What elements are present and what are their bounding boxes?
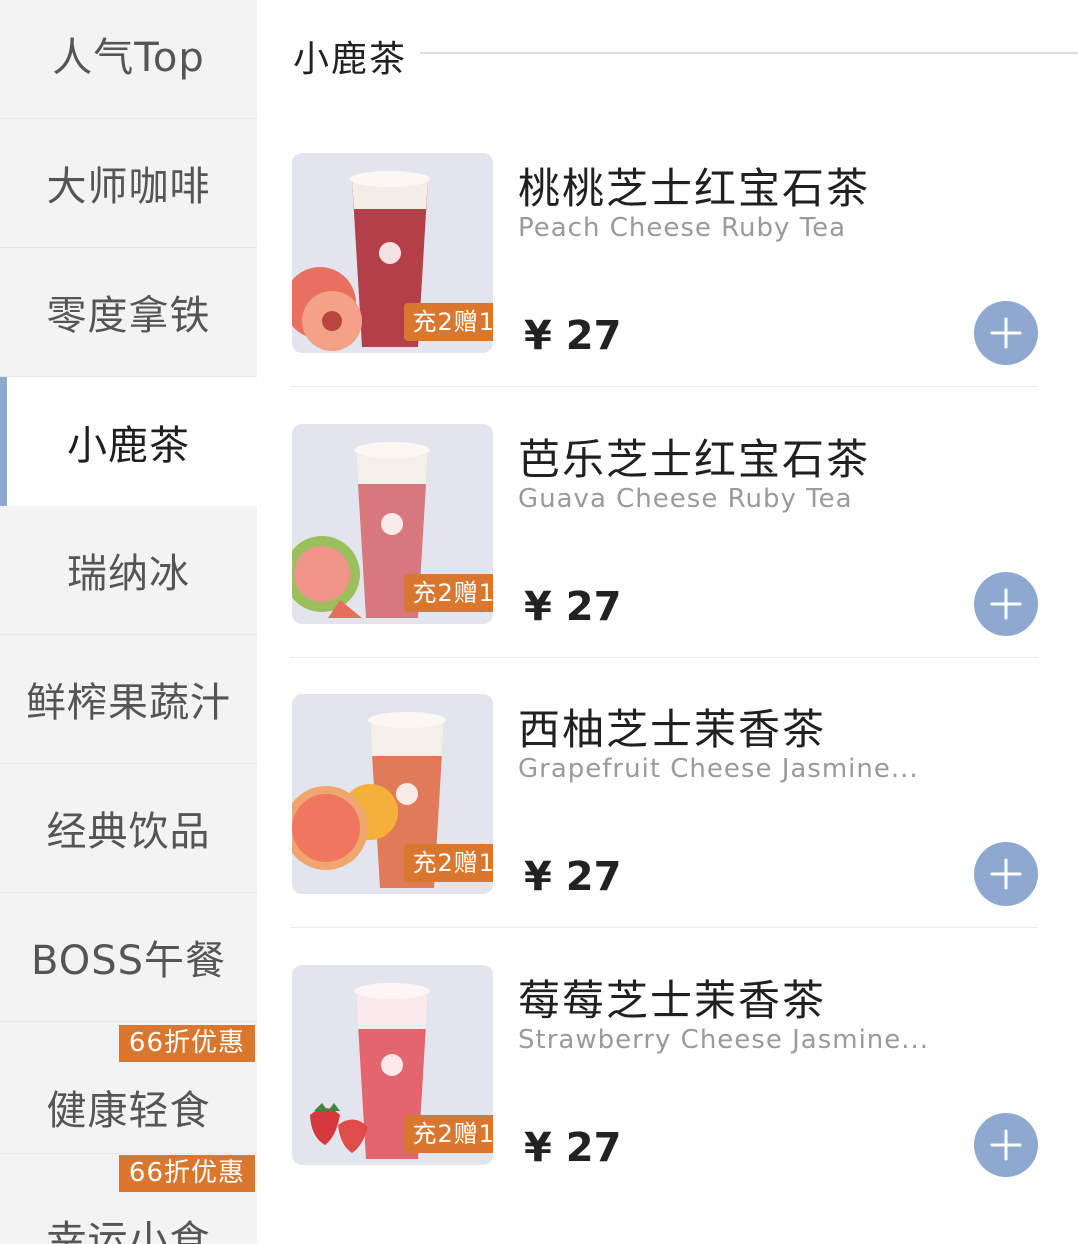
product-image: 充2赠1 <box>292 965 493 1165</box>
product-name: 西柚芝士茉香茶 <box>518 705 827 754</box>
product-name: 桃桃芝士红宝石茶 <box>518 164 871 213</box>
sidebar-item-zero-latte[interactable]: 零度拿铁 <box>0 248 257 377</box>
add-to-cart-button[interactable] <box>974 842 1038 906</box>
sidebar-item-boss-lunch[interactable]: BOSS午餐 <box>0 893 257 1022</box>
product-image: 充2赠1 <box>292 153 493 353</box>
plus-icon <box>990 858 1022 890</box>
sidebar-item-healthy-food[interactable]: 66折优惠 健康轻食 <box>0 1025 257 1154</box>
sidebar-item-label: 小鹿茶 <box>67 422 190 469</box>
section-divider <box>420 52 1078 54</box>
product-image: 充2赠1 <box>292 694 493 894</box>
sidebar-item-label: 瑞纳冰 <box>67 551 190 597</box>
product-image: 充2赠1 <box>292 424 493 624</box>
discount-badge: 66折优惠 <box>118 1025 255 1062</box>
plus-icon <box>990 317 1022 349</box>
category-sidebar: 人气Top 大师咖啡 零度拿铁 小鹿茶 瑞纳冰 鲜榨果蔬汁 经典饮品 BOSS午… <box>0 0 257 1244</box>
sidebar-item-fresh-juice[interactable]: 鲜榨果蔬汁 <box>0 635 257 764</box>
sidebar-item-deer-tea[interactable]: 小鹿茶 <box>0 377 257 506</box>
card-divider <box>290 657 1038 658</box>
promo-tag: 充2赠1 <box>404 574 493 612</box>
add-to-cart-button[interactable] <box>974 572 1038 636</box>
product-name-en: Strawberry Cheese Jasmine... <box>518 1025 930 1055</box>
product-name: 莓莓芝士茉香茶 <box>518 976 827 1025</box>
plus-icon <box>990 1129 1022 1161</box>
sidebar-item-rena-ice[interactable]: 瑞纳冰 <box>0 506 257 635</box>
product-price: ¥ 27 <box>524 854 622 900</box>
sidebar-item-label: 健康轻食 <box>46 1088 211 1134</box>
section-title: 小鹿茶 <box>293 39 408 80</box>
sidebar-item-label: 经典饮品 <box>46 809 211 855</box>
product-card[interactable]: 充2赠1 西柚芝士茉香茶 Grapefruit Cheese Jasmine..… <box>290 694 1078 964</box>
sidebar-item-classic-drinks[interactable]: 经典饮品 <box>0 764 257 893</box>
product-price: ¥ 27 <box>524 1125 622 1171</box>
sidebar-item-label: 零度拿铁 <box>46 293 211 339</box>
card-divider <box>290 386 1038 387</box>
add-to-cart-button[interactable] <box>974 1113 1038 1177</box>
product-name: 芭乐芝士红宝石茶 <box>518 435 871 484</box>
sidebar-item-label: BOSS午餐 <box>30 938 226 984</box>
product-name-en: Peach Cheese Ruby Tea <box>518 213 847 243</box>
add-to-cart-button[interactable] <box>974 301 1038 365</box>
product-price: ¥ 27 <box>524 313 622 359</box>
product-card[interactable]: 充2赠1 芭乐芝士红宝石茶 Guava Cheese Ruby Tea ¥ 27 <box>290 424 1078 694</box>
discount-badge: 66折优惠 <box>118 1155 255 1192</box>
product-card[interactable]: 充2赠1 莓莓芝士茉香茶 Strawberry Cheese Jasmine..… <box>290 965 1078 1235</box>
promo-tag: 充2赠1 <box>404 1115 493 1153</box>
sidebar-item-master-coffee[interactable]: 大师咖啡 <box>0 119 257 248</box>
promo-tag: 充2赠1 <box>404 303 493 341</box>
product-price: ¥ 27 <box>524 584 622 630</box>
card-divider <box>290 927 1038 928</box>
product-name-en: Grapefruit Cheese Jasmine... <box>518 754 919 784</box>
sidebar-item-label: 鲜榨果蔬汁 <box>26 680 231 726</box>
sidebar-item-label: 幸运小食 <box>46 1218 211 1244</box>
promo-tag: 充2赠1 <box>404 844 493 882</box>
sidebar-item-label: 大师咖啡 <box>46 164 211 210</box>
sidebar-item-lucky-snacks[interactable]: 66折优惠 幸运小食 <box>0 1155 257 1244</box>
sidebar-item-popular-top[interactable]: 人气Top <box>0 0 257 119</box>
product-card[interactable]: 充2赠1 桃桃芝士红宝石茶 Peach Cheese Ruby Tea ¥ 27 <box>290 153 1078 423</box>
sidebar-item-label: 人气Top <box>52 35 205 81</box>
plus-icon <box>990 588 1022 620</box>
product-name-en: Guava Cheese Ruby Tea <box>518 484 853 514</box>
